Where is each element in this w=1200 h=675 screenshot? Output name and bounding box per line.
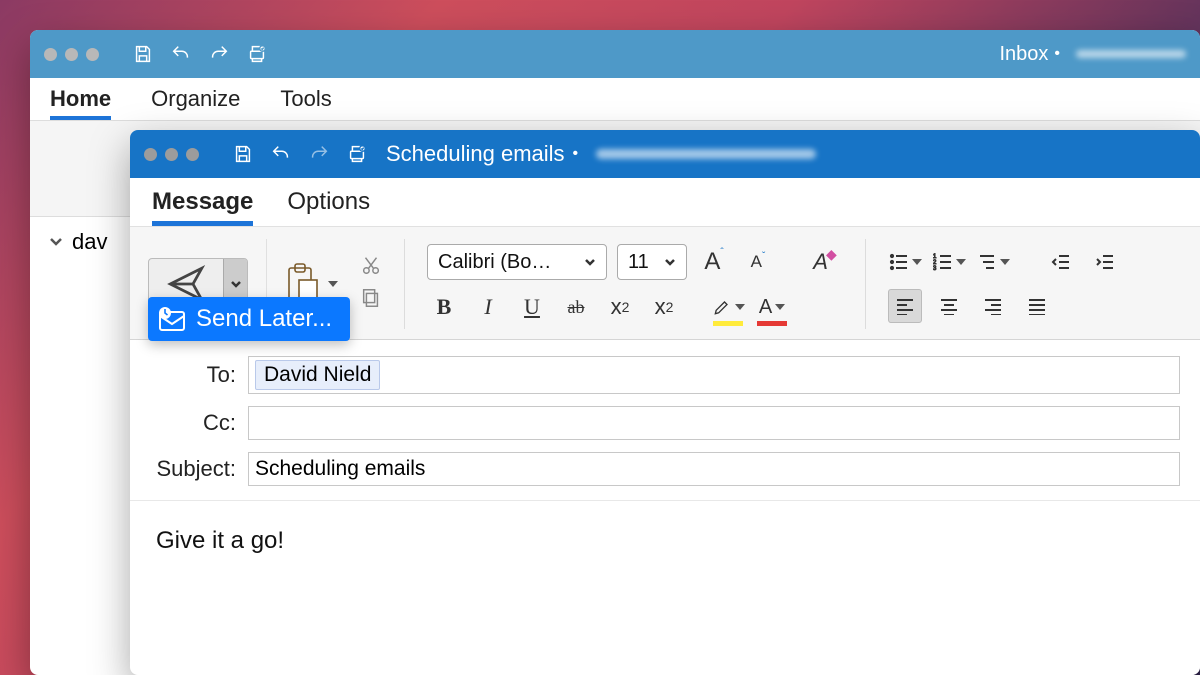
- chevron-down-icon: [664, 251, 676, 274]
- chevron-down-icon: [584, 251, 596, 274]
- subject-input[interactable]: Scheduling emails: [248, 452, 1180, 486]
- font-group: Calibri (Bo… 11 Aˆ Aˇ A◆ B I U ab x2 x2: [427, 244, 843, 324]
- send-later-menu-item[interactable]: Send Later...: [148, 297, 350, 341]
- account-name-blurred: [596, 149, 816, 159]
- chevron-down-icon: [48, 229, 64, 255]
- strikethrough-button[interactable]: ab: [559, 290, 593, 324]
- back-titlebar: Inbox •: [30, 30, 1200, 78]
- cc-input[interactable]: [248, 406, 1180, 440]
- subject-label: Subject:: [150, 456, 236, 482]
- folder-label: dav: [72, 229, 107, 255]
- chevron-down-icon: [328, 281, 338, 287]
- undo-icon[interactable]: [268, 141, 294, 167]
- highlight-color-button[interactable]: [711, 290, 745, 324]
- grow-font-button[interactable]: Aˆ: [697, 245, 731, 279]
- svg-text:3: 3: [933, 266, 937, 272]
- back-window-title: Inbox: [999, 43, 1048, 66]
- tab-tools[interactable]: Tools: [280, 86, 331, 120]
- cc-row: Cc:: [130, 400, 1200, 446]
- font-family-select[interactable]: Calibri (Bo…: [427, 244, 607, 280]
- paragraph-group: 123: [888, 245, 1122, 323]
- send-later-icon: [158, 306, 186, 332]
- compose-ribbon: Send Later... Calibri (Bo… 11: [130, 226, 1200, 340]
- chevron-down-icon: [735, 304, 745, 310]
- align-left-button[interactable]: [888, 289, 922, 323]
- print-icon[interactable]: [244, 41, 270, 67]
- align-right-button[interactable]: [976, 289, 1010, 323]
- redo-icon[interactable]: [306, 141, 332, 167]
- window-controls: [144, 148, 199, 161]
- font-size-select[interactable]: 11: [617, 244, 687, 280]
- body-text: Give it a go!: [156, 527, 284, 554]
- zoom-dot[interactable]: [186, 148, 199, 161]
- tab-message[interactable]: Message: [152, 188, 253, 226]
- numbered-list-button[interactable]: 123: [932, 245, 966, 279]
- superscript-button[interactable]: x2: [647, 290, 681, 324]
- window-controls: [44, 48, 99, 61]
- compose-window: Scheduling emails • Message Options Send…: [130, 130, 1200, 675]
- align-justify-button[interactable]: [1020, 289, 1054, 323]
- align-center-button[interactable]: [932, 289, 966, 323]
- front-titlebar: Scheduling emails •: [130, 130, 1200, 178]
- redo-icon[interactable]: [206, 41, 232, 67]
- back-ribbon-tabs: Home Organize Tools: [30, 78, 1200, 120]
- shrink-font-button[interactable]: Aˇ: [741, 245, 775, 279]
- font-family-value: Calibri (Bo…: [438, 251, 551, 274]
- underline-button[interactable]: U: [515, 290, 549, 324]
- tab-organize[interactable]: Organize: [151, 86, 240, 120]
- recipient-chip[interactable]: David Nield: [255, 360, 380, 390]
- italic-button[interactable]: I: [471, 290, 505, 324]
- tab-home[interactable]: Home: [50, 86, 111, 120]
- zoom-dot[interactable]: [86, 48, 99, 61]
- minimize-dot[interactable]: [165, 148, 178, 161]
- to-label: To:: [150, 362, 236, 388]
- copy-icon[interactable]: [360, 287, 382, 314]
- to-input[interactable]: David Nield: [248, 356, 1180, 394]
- multilevel-list-button[interactable]: [976, 245, 1010, 279]
- message-body[interactable]: Give it a go!: [130, 500, 1200, 581]
- print-icon[interactable]: [344, 141, 370, 167]
- tab-options[interactable]: Options: [287, 188, 370, 226]
- save-icon[interactable]: [230, 141, 256, 167]
- increase-indent-button[interactable]: [1088, 245, 1122, 279]
- compose-title: Scheduling emails: [386, 141, 565, 167]
- save-icon[interactable]: [130, 41, 156, 67]
- cut-icon[interactable]: [360, 254, 382, 281]
- bulleted-list-button[interactable]: [888, 245, 922, 279]
- cc-label: Cc:: [150, 410, 236, 436]
- subscript-button[interactable]: x2: [603, 290, 637, 324]
- compose-ribbon-tabs: Message Options: [130, 178, 1200, 226]
- to-row: To: David Nield: [130, 350, 1200, 400]
- highlighter-icon: [712, 297, 732, 317]
- subject-row: Subject: Scheduling emails: [130, 446, 1200, 492]
- font-color-button[interactable]: A: [755, 290, 789, 324]
- decrease-indent-button[interactable]: [1044, 245, 1078, 279]
- minimize-dot[interactable]: [65, 48, 78, 61]
- message-header-fields: To: David Nield Cc: Subject: Scheduling …: [130, 340, 1200, 492]
- close-dot[interactable]: [44, 48, 57, 61]
- undo-icon[interactable]: [168, 41, 194, 67]
- clear-formatting-button[interactable]: A◆: [809, 245, 843, 279]
- chevron-down-icon: [775, 304, 785, 310]
- bold-button[interactable]: B: [427, 290, 461, 324]
- account-name-blurred: [1076, 50, 1186, 58]
- font-size-value: 11: [628, 251, 649, 274]
- close-dot[interactable]: [144, 148, 157, 161]
- send-later-label: Send Later...: [196, 305, 332, 333]
